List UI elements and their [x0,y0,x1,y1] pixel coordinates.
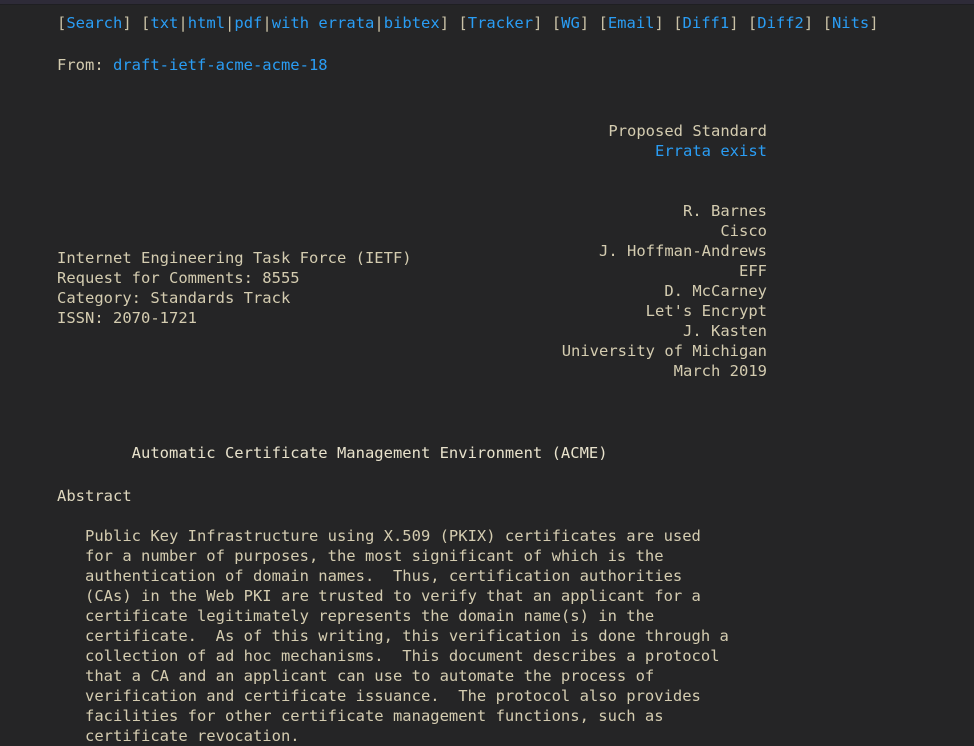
abstract-line: facilities for other certificate managem… [57,707,664,725]
bracket-close: ] [439,14,450,32]
abstract-line: certificate legitimately represents the … [57,607,655,625]
bracket-close: ] [869,14,879,32]
abstract-heading-wrap: Abstract [0,463,974,506]
abstract-line: collection of ad hoc mechanisms. This do… [57,647,720,665]
abstract-line: Public Key Infrastructure using X.509 (P… [57,527,701,545]
link-separator: | [225,14,235,32]
from-draft-line: From: draft-ietf-acme-acme-18 [0,33,974,75]
author-line: University of Michigan [561,342,767,360]
bracket-close: ] [803,14,814,32]
link-email[interactable]: Email [608,14,655,32]
header-meta-line: Category: Standards Track [57,289,291,307]
header-meta-line: ISSN: 2070-1721 [57,309,197,327]
rfc-format-link-toolbar: [Search] [txt|html|pdf|with errata|bibte… [0,5,974,33]
abstract-body-wrap: Public Key Infrastructure using X.509 (P… [0,506,974,746]
link-nits[interactable]: Nits [832,14,869,32]
bracket-close: ] [579,14,590,32]
link-separator: | [262,14,272,32]
link-bibtex[interactable]: bibtex [384,14,440,32]
rfc-author-affiliation-block: R. Barnes Cisco J. Hoffman-Andrews EFF D… [562,201,974,381]
author-line: R. Barnes [683,202,767,220]
link-diff2[interactable]: Diff2 [757,14,804,32]
abstract-line: verification and certificate issuance. T… [57,687,701,705]
abstract-line: certificate revocation. [57,727,300,745]
link-html[interactable]: html [188,14,225,32]
document-title: Automatic Certificate Management Environ… [57,444,608,462]
from-label: From: [57,56,113,74]
bracket-close: ] [654,14,664,32]
author-line: March 2019 [673,362,767,380]
abstract-line: (CAs) in the Web PKI are trusted to veri… [57,587,701,605]
bracket-open: [ [57,14,67,32]
author-line: Cisco [720,222,767,240]
abstract-heading: Abstract [57,487,132,505]
document-title-wrap: Automatic Certificate Management Environ… [0,388,974,463]
link-wg[interactable]: WG [561,14,580,32]
author-line: J. Hoffman-Andrews [599,242,767,260]
rfc-header-block: Internet Engineering Task Force (IETF) R… [0,201,974,388]
link-pdf[interactable]: pdf [234,14,262,32]
status-block-wrap: Proposed Standard Errata exist [0,75,974,201]
status-proposed-standard: Proposed Standard [608,122,767,140]
abstract-line: certificate. As of this writing, this ve… [57,627,729,645]
bracket-close: ] [122,14,132,32]
bracket-open: [ [822,14,832,32]
header-meta-line: Request for Comments: 8555 [57,269,300,287]
bracket-open: [ [551,14,562,32]
header-meta-line: Internet Engineering Task Force (IETF) [57,249,412,267]
link-search[interactable]: Search [66,14,122,32]
bracket-open: [ [673,14,683,32]
errata-exist-link[interactable]: Errata exist [655,142,767,160]
bracket-close: ] [729,14,739,32]
author-line: D. McCarney [664,282,767,300]
abstract-line: authentication of domain names. Thus, ce… [57,567,683,585]
author-line: J. Kasten [683,322,767,340]
link-separator: | [374,14,384,32]
bracket-open: [ [598,14,608,32]
author-line: EFF [739,262,767,280]
link-separator: | [178,14,188,32]
link-toolbar-content: [Search] [txt|html|pdf|with errata|bibte… [57,13,974,33]
link-txt[interactable]: txt [150,14,178,32]
draft-name-link[interactable]: draft-ietf-acme-acme-18 [113,56,328,74]
bracket-open: [ [747,14,758,32]
bracket-open: [ [458,14,468,32]
author-line: Let's Encrypt [645,302,767,320]
link-tracker[interactable]: Tracker [468,14,533,32]
abstract-line: that a CA and an applicant can use to au… [57,667,655,685]
abstract-body: Public Key Infrastructure using X.509 (P… [57,526,974,746]
bracket-open: [ [141,14,151,32]
abstract-line: for a number of purposes, the most signi… [57,547,664,565]
link-diff1[interactable]: Diff1 [683,14,730,32]
bracket-close: ] [533,14,543,32]
rfc-document-page: [Search] [txt|html|pdf|with errata|bibte… [0,5,974,746]
link-with-errata[interactable]: with errata [272,14,375,32]
